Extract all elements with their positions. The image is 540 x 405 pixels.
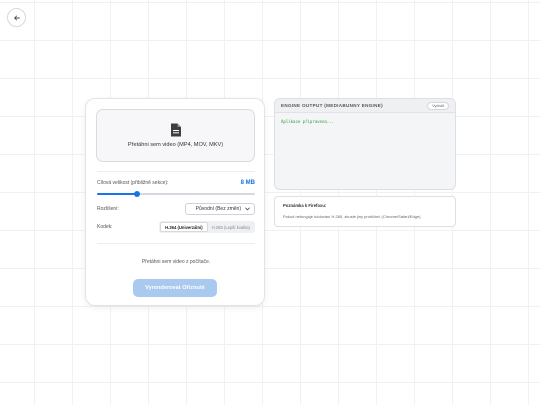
converter-card: Přetáhni sem video (MP4, MOV, MKV) Cílov… <box>85 98 265 306</box>
resolution-row: Rozlišení: Původní (Bez změn) <box>97 203 255 215</box>
resolution-label: Rozlišení: <box>97 206 119 212</box>
back-button[interactable] <box>7 8 26 27</box>
console-line: Aplikace připravena... <box>281 119 334 124</box>
resolution-selected: Původní (Bez změn) <box>195 206 241 212</box>
render-button[interactable]: Vyrenderovat Oříznuté <box>133 279 217 297</box>
codec-option-h265[interactable]: H.265 (Lepší kvalita) <box>208 222 254 232</box>
slider-thumb[interactable] <box>133 191 140 197</box>
divider <box>97 243 255 244</box>
video-dropzone[interactable]: Přetáhni sem video (MP4, MOV, MKV) <box>96 109 255 162</box>
codec-toggle: H.264 (Univerzální) H.265 (Lepší kvalita… <box>159 221 255 233</box>
target-size-slider[interactable] <box>97 191 255 197</box>
file-icon <box>170 123 181 137</box>
clear-button[interactable]: Vyčistit <box>427 101 449 110</box>
notice-text: Pokud nefunguje kódování H.265, zkuste j… <box>283 214 422 219</box>
divider <box>97 171 255 172</box>
firefox-notice: Poznámka k Firefoxu: Pokud nefunguje kód… <box>274 196 456 227</box>
target-size-row: Cílová velikost (přibližně sekce): 8 MB <box>97 180 255 186</box>
codec-row: Kodek: H.264 (Univerzální) H.265 (Lepší … <box>97 221 255 233</box>
resolution-select[interactable]: Původní (Bez změn) <box>185 203 255 215</box>
arrow-left-icon <box>13 15 20 20</box>
console-title: ENGINE OUTPUT (MEDIABUNNY ENGINE) <box>281 103 383 108</box>
target-size-label: Cílová velikost (přibližně sekce): <box>97 180 169 186</box>
console-header: ENGINE OUTPUT (MEDIABUNNY ENGINE) Vyčist… <box>275 99 455 113</box>
target-size-value: 8 MB <box>240 180 255 186</box>
dropzone-text: Přetáhni sem video (MP4, MOV, MKV) <box>127 142 224 148</box>
codec-label: Kodek: <box>97 224 113 230</box>
status-text: Přetáhni sem video z počítače. <box>141 259 211 265</box>
notice-title: Poznámka k Firefoxu: <box>283 203 327 208</box>
chevron-down-icon <box>245 207 250 211</box>
codec-option-h264[interactable]: H.264 (Univerzální) <box>160 222 208 232</box>
engine-output-panel: ENGINE OUTPUT (MEDIABUNNY ENGINE) Vyčist… <box>274 98 456 190</box>
slider-fill <box>97 193 137 195</box>
